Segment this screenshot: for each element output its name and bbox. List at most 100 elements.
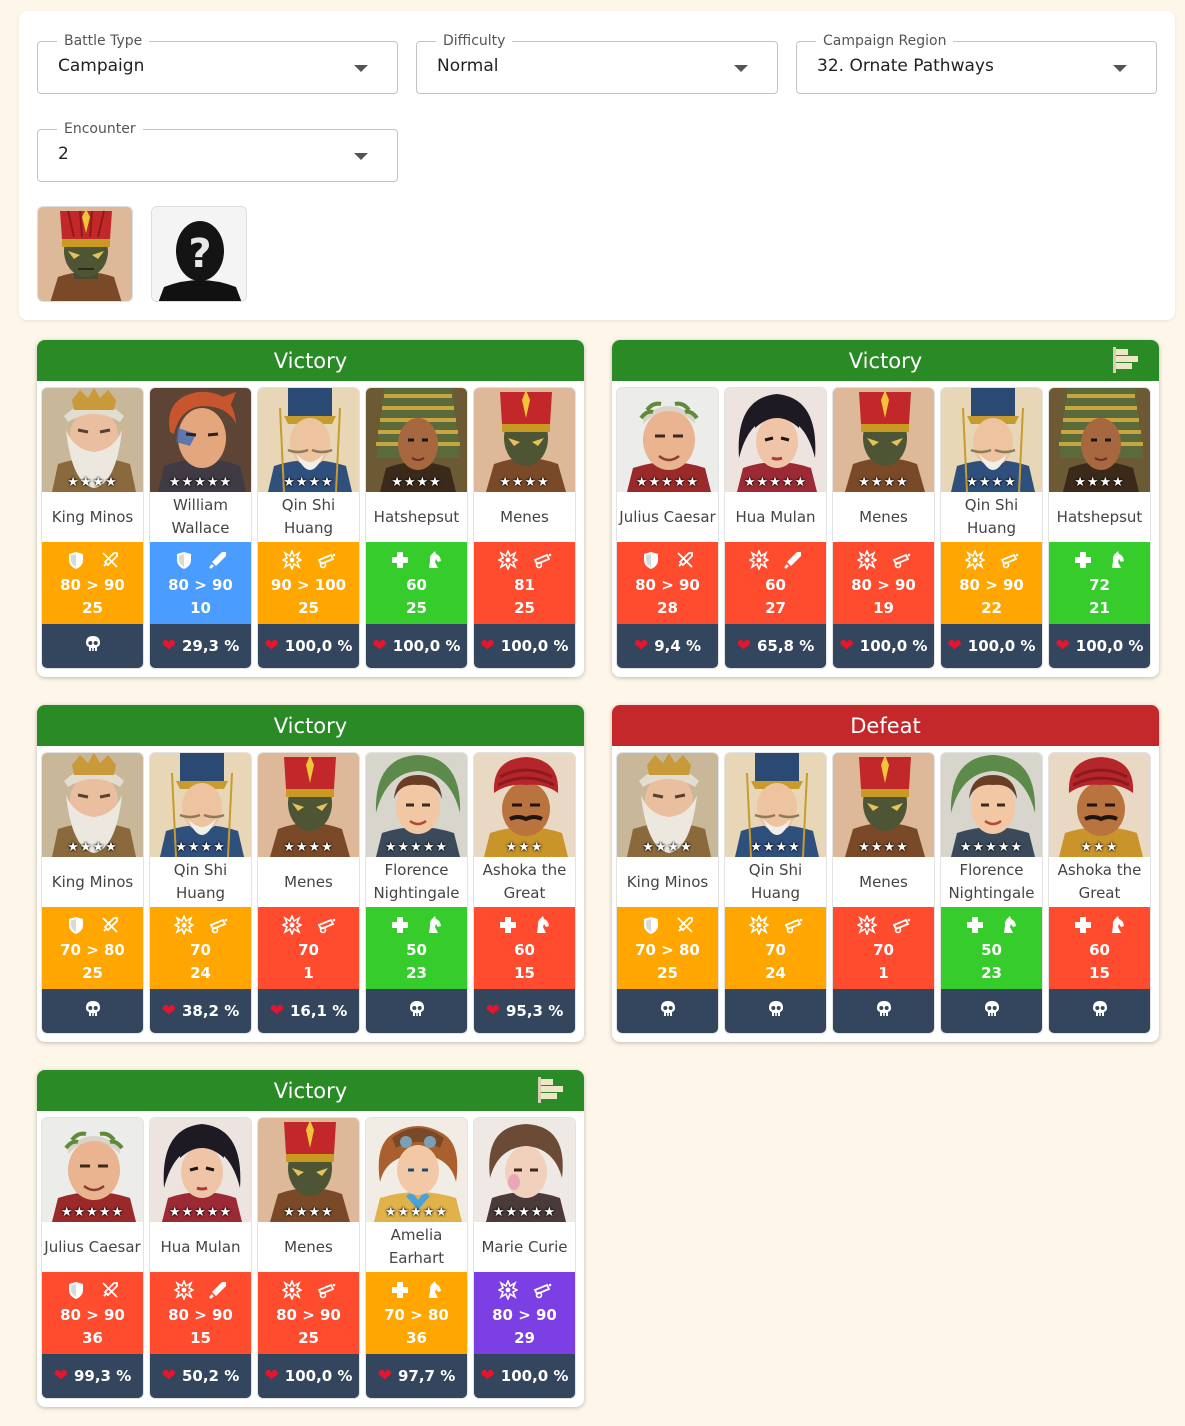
hero-health: ❤ 95,3 % [474, 989, 575, 1033]
burst-icon [172, 1278, 195, 1304]
heart-icon: ❤ [1055, 636, 1070, 656]
hero-name: Marie Curie [481, 1237, 568, 1256]
hero-health [42, 624, 143, 668]
chevron-down-icon [734, 65, 748, 72]
hero-health [833, 989, 934, 1033]
hero-card[interactable]: ★★★★★ Hua Mulan 60 27 ❤ 65,8 % [724, 387, 827, 669]
cannon-icon [999, 550, 1019, 574]
hero-troops: 24 [765, 964, 786, 982]
hero-troops: 25 [298, 599, 319, 617]
hero-card[interactable]: ★★★ Ashoka the Great 60 15 ❤ 95,3 % [473, 752, 576, 1034]
health-percent: 95,3 % [505, 1002, 564, 1020]
hero-card[interactable]: ★★★★★ Julius Caesar 80 > 90 28 ❤ 9,4 % [616, 387, 719, 669]
hero-card[interactable]: ★★★★ Menes 81 25 ❤ 100,0 % [473, 387, 576, 669]
battle-result-label: Victory [273, 1078, 348, 1103]
health-percent: 50,2 % [181, 1367, 240, 1385]
cannon-icon [783, 915, 803, 939]
hero-troops: 21 [1089, 599, 1110, 617]
horse-icon [532, 915, 552, 939]
hero-card[interactable]: ★★★★★ Florence Nightingale 50 23 [365, 752, 468, 1034]
heart-icon: ❤ [480, 1366, 495, 1386]
heart-icon: ❤ [53, 1366, 68, 1386]
horse-icon [999, 915, 1019, 939]
heart-icon: ❤ [480, 636, 495, 656]
hero-portrait: ★★★ [474, 753, 575, 857]
hero-name: Menes [859, 872, 908, 891]
hero-level: 80 > 90 [60, 576, 125, 594]
hero-portrait: ★★★★★ [150, 1118, 251, 1222]
star-rating: ★★★★ [1074, 475, 1125, 490]
skull-icon [767, 1000, 785, 1023]
heart-icon: ❤ [372, 636, 387, 656]
star-rating: ★★★★★ [743, 475, 808, 490]
heart-icon: ❤ [161, 1366, 176, 1386]
hero-card[interactable]: ★★★★ Menes 80 > 90 25 ❤ 100,0 % [257, 1117, 360, 1399]
no-sword-icon [100, 550, 120, 574]
hero-card[interactable]: ★★★★ Hatshepsut 72 21 ❤ 100,0 % [1048, 387, 1151, 669]
hero-name: Ashoka the Great [1057, 861, 1142, 902]
hero-card[interactable]: ★★★★★ Hua Mulan 80 > 90 15 ❤ 50,2 % [149, 1117, 252, 1399]
battle-result-header: Defeat [612, 705, 1159, 746]
hero-portrait: ★★★★★ [725, 388, 826, 492]
hero-card[interactable]: ★★★★ Qin Shi Huang 90 > 100 25 ❤ 100,0 % [257, 387, 360, 669]
horse-icon [424, 915, 444, 939]
hero-troops: 29 [514, 1329, 535, 1347]
heart-icon: ❤ [947, 636, 962, 656]
hero-health: ❤ 99,3 % [42, 1354, 143, 1398]
burst-icon [855, 548, 878, 574]
hero-stats: 90 > 100 25 [258, 542, 359, 624]
hero-card[interactable]: ★★★★ King Minos 70 > 80 25 [41, 752, 144, 1034]
hero-card[interactable]: ★★★★★ Florence Nightingale 50 23 [940, 752, 1043, 1034]
hero-card[interactable]: ★★★★ Qin Shi Huang 70 24 [724, 752, 827, 1034]
battle-type-select[interactable]: Battle Type Campaign [37, 32, 398, 94]
shield-icon [641, 550, 661, 574]
burst-icon [496, 1278, 519, 1304]
hero-stats: 80 > 90 36 [42, 1272, 143, 1354]
hero-card[interactable]: ★★★★★ William Wallace 80 > 90 10 ❤ 29,3 % [149, 387, 252, 669]
campaign-region-select[interactable]: Campaign Region 32. Ornate Pathways [796, 32, 1157, 94]
hero-level: 80 > 90 [492, 1306, 557, 1324]
health-percent: 97,7 % [397, 1367, 456, 1385]
health-percent: 100,0 % [284, 1367, 353, 1385]
hero-stats: 60 27 [725, 542, 826, 624]
hero-card[interactable]: ★★★★★ Julius Caesar 80 > 90 36 ❤ 99,3 % [41, 1117, 144, 1399]
hero-name: Menes [284, 1237, 333, 1256]
hero-health [1049, 989, 1150, 1033]
hero-card[interactable]: ★★★★ Qin Shi Huang 70 24 ❤ 38,2 % [149, 752, 252, 1034]
unknown-enemy-portrait[interactable]: ? [151, 206, 247, 302]
hero-card[interactable]: ★★★★ Hatshepsut 60 25 ❤ 100,0 % [365, 387, 468, 669]
star-rating: ★★★★ [67, 475, 118, 490]
hero-card[interactable]: ★★★★ Menes 70 1 ❤ 16,1 % [257, 752, 360, 1034]
hero-health: ❤ 100,0 % [1049, 624, 1150, 668]
hero-name: Florence Nightingale [948, 861, 1035, 902]
campaign-region-label: Campaign Region [816, 32, 954, 50]
star-rating: ★★★★ [283, 475, 334, 490]
hero-card[interactable]: ★★★★ Qin Shi Huang 80 > 90 22 ❤ 100,0 % [940, 387, 1043, 669]
hero-health: ❤ 100,0 % [258, 1354, 359, 1398]
hero-card[interactable]: ★★★ Ashoka the Great 60 15 [1048, 752, 1151, 1034]
hero-card[interactable]: ★★★★★ Amelia Earhart 70 > 80 36 ❤ 97,7 % [365, 1117, 468, 1399]
battle-result-header: Victory [37, 705, 584, 746]
star-rating: ★★★★ [642, 840, 693, 855]
hero-level: 72 [1089, 576, 1110, 594]
difficulty-select[interactable]: Difficulty Normal [416, 32, 778, 94]
hero-card[interactable]: ★★★★ Menes 80 > 90 19 ❤ 100,0 % [832, 387, 935, 669]
hero-card[interactable]: ★★★★ King Minos 80 > 90 25 [41, 387, 144, 669]
hero-card[interactable]: ★★★★★ Marie Curie 80 > 90 29 ❤ 100,0 % [473, 1117, 576, 1399]
hero-portrait: ★★★★ [725, 753, 826, 857]
encounter-select[interactable]: Encounter 2 [37, 120, 398, 182]
hero-portrait: ★★★★ [258, 753, 359, 857]
hero-name: Qin Shi Huang [173, 861, 228, 902]
menes-enemy-portrait[interactable] [37, 206, 133, 302]
star-rating: ★★★★ [67, 840, 118, 855]
cross-icon [498, 915, 518, 939]
hero-level: 70 [298, 941, 319, 959]
hero-portrait: ★★★★ [617, 753, 718, 857]
hero-troops: 25 [406, 599, 427, 617]
battle-result-label: Victory [848, 348, 923, 373]
campaign-region-value: 32. Ornate Pathways [817, 56, 994, 76]
hero-level: 70 > 80 [384, 1306, 449, 1324]
hero-card[interactable]: ★★★★ King Minos 70 > 80 25 [616, 752, 719, 1034]
hero-portrait: ★★★★ [42, 753, 143, 857]
hero-card[interactable]: ★★★★ Menes 70 1 [832, 752, 935, 1034]
